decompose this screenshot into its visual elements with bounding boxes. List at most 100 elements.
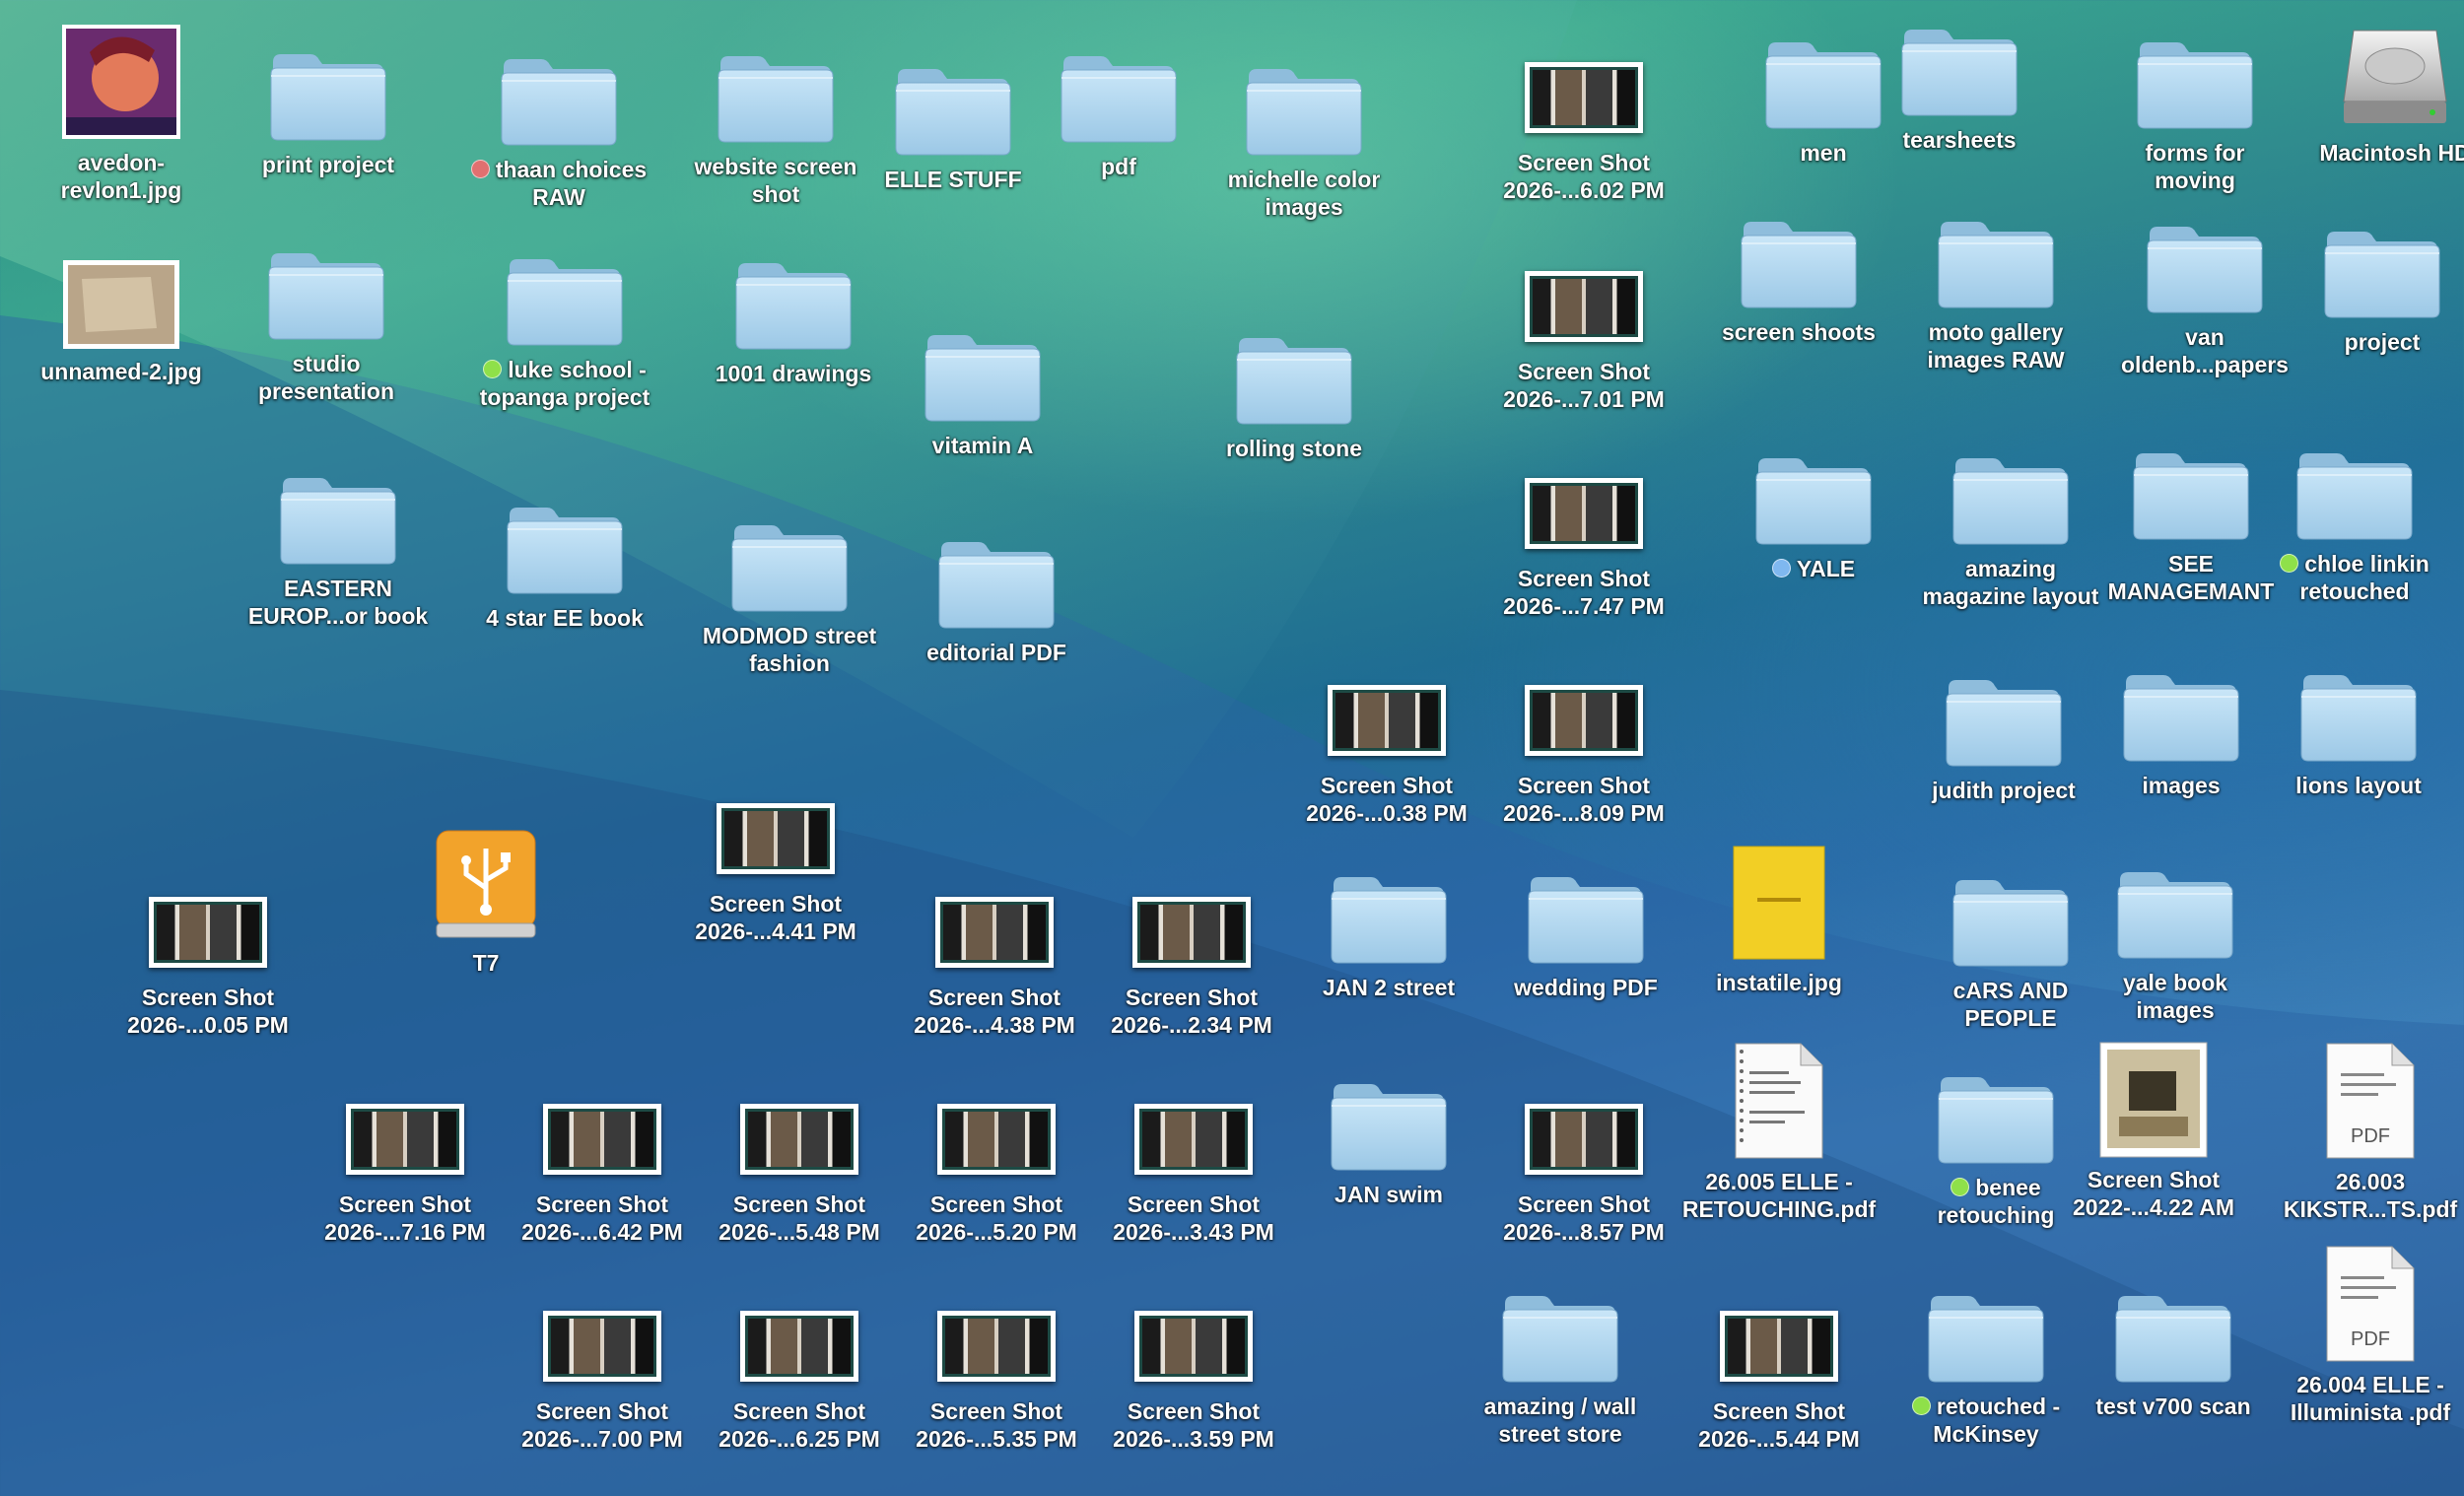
desktop-item-label: Screen Shot 2022-...4.22 AM xyxy=(2072,1167,2235,1220)
desktop-item-vitamin-a[interactable]: vitamin A xyxy=(879,310,1086,459)
desktop-item-forms-for-moving[interactable]: forms for moving xyxy=(2091,18,2298,194)
desktop-item-project[interactable]: project xyxy=(2279,207,2464,356)
desktop-item-amazing-wall-street-store[interactable]: amazing / wall street store xyxy=(1457,1271,1664,1448)
desktop-item-label: website screen shot xyxy=(694,154,857,207)
desktop-item-tearsheets[interactable]: tearsheets xyxy=(1856,5,2063,154)
desktop-item-1001-drawings[interactable]: 1001 drawings xyxy=(690,238,897,387)
desktop-item-t7[interactable]: T7 xyxy=(382,828,589,977)
desktop-item-screen-shot-2026-0-05-pm[interactable]: Screen Shot 2026-...0.05 PM xyxy=(104,862,311,1039)
desktop-item-eastern-europ-or-book[interactable]: EASTERN EUROP...or book xyxy=(235,453,442,630)
folder-icon xyxy=(2111,848,2239,961)
desktop-item-print-project[interactable]: print project xyxy=(225,30,432,178)
desktop-item-label: vitamin A xyxy=(931,433,1034,458)
desktop-item-yale[interactable]: YALE xyxy=(1710,434,1917,582)
desktop-item-screen-shot-2026-5-35-pm[interactable]: Screen Shot 2026-...5.35 PM xyxy=(893,1276,1100,1453)
desktop-item-screen-shot-2026-6-02-pm[interactable]: Screen Shot 2026-...6.02 PM xyxy=(1480,28,1687,204)
screenshot-thumbnail-icon xyxy=(1715,1276,1843,1390)
desktop-item-screen-shot-2026-7-00-pm[interactable]: Screen Shot 2026-...7.00 PM xyxy=(499,1276,706,1453)
desktop-item-4-star-ee-book[interactable]: 4 star EE book xyxy=(461,483,668,632)
desktop-item-label: 26.004 ELLE - Illuminista .pdf xyxy=(2290,1372,2451,1425)
desktop-item-michelle-color-images[interactable]: michelle color images xyxy=(1200,44,1407,221)
desktop-item-screen-shot-2026-7-16-pm[interactable]: Screen Shot 2026-...7.16 PM xyxy=(302,1069,509,1246)
desktop-item-label: wedding PDF xyxy=(1514,975,1658,1000)
folder-icon xyxy=(1922,1271,2050,1385)
desktop-item-screen-shot-2026-5-44-pm[interactable]: Screen Shot 2026-...5.44 PM xyxy=(1676,1276,1882,1453)
image-file-icon xyxy=(57,237,185,350)
desktop-item-label: men xyxy=(1800,140,1847,166)
desktop-item-screen-shot-2026-7-01-pm[interactable]: Screen Shot 2026-...7.01 PM xyxy=(1480,237,1687,413)
desktop-item-yale-book-images[interactable]: yale book images xyxy=(2072,848,2279,1024)
desktop-item-screen-shot-2026-0-38-pm[interactable]: Screen Shot 2026-...0.38 PM xyxy=(1283,650,1490,827)
desktop-item-label: Screen Shot 2026-...7.01 PM xyxy=(1503,359,1665,412)
folder-icon xyxy=(1522,852,1650,966)
desktop-item-screen-shot-2026-7-47-pm[interactable]: Screen Shot 2026-...7.47 PM xyxy=(1480,443,1687,620)
desktop-item-chloe-linkin-retouched[interactable]: chloe linkin retouched xyxy=(2251,429,2458,605)
folder-icon xyxy=(2131,18,2259,131)
desktop-item-avedon-revlon1-jpg[interactable]: avedon-revlon1.jpg xyxy=(18,25,225,204)
desktop-item-editorial-pdf[interactable]: editorial PDF xyxy=(893,517,1100,666)
folder-icon xyxy=(919,310,1047,424)
desktop-item-label: print project xyxy=(261,152,395,177)
desktop-item-screen-shot-2026-4-38-pm[interactable]: Screen Shot 2026-...4.38 PM xyxy=(891,862,1098,1039)
desktop-item-screen-shoots[interactable]: screen shoots xyxy=(1695,197,1902,346)
desktop-item-unnamed-2-jpg[interactable]: unnamed-2.jpg xyxy=(18,237,225,385)
desktop-item-label: YALE xyxy=(1771,555,1855,582)
desktop-item-pdf[interactable]: pdf xyxy=(1015,32,1222,180)
folder-icon xyxy=(1240,44,1368,158)
desktop-item-26-004-elle-illuminista-pdf[interactable]: PDF 26.004 ELLE - Illuminista .pdf xyxy=(2267,1246,2464,1426)
desktop-item-label: judith project xyxy=(1932,778,2076,803)
desktop-item-label: cARS AND PEOPLE xyxy=(1952,978,2069,1031)
desktop-item-screen-shot-2026-2-34-pm[interactable]: Screen Shot 2026-...2.34 PM xyxy=(1088,862,1295,1039)
desktop-item-studio-presentation[interactable]: studio presentation xyxy=(223,229,430,405)
desktop-item-26-005-elle-retouching-pdf[interactable]: 26.005 ELLE - RETOUCHING.pdf xyxy=(1676,1043,1882,1223)
desktop-item-test-v700-scan[interactable]: test v700 scan xyxy=(2070,1271,2277,1420)
color-tag-dot xyxy=(483,360,503,378)
desktop-item-screen-shot-2026-5-48-pm[interactable]: Screen Shot 2026-...5.48 PM xyxy=(696,1069,903,1246)
desktop-item-jan-swim[interactable]: JAN swim xyxy=(1285,1059,1492,1208)
desktop-item-rolling-stone[interactable]: rolling stone xyxy=(1191,313,1398,462)
desktop-item-website-screen-shot[interactable]: website screen shot xyxy=(672,32,879,208)
desktop-item-van-oldenb-papers[interactable]: van oldenb...papers xyxy=(2101,202,2308,378)
desktop-item-wedding-pdf[interactable]: wedding PDF xyxy=(1482,852,1689,1001)
desktop-item-retouched-mckinsey[interactable]: retouched - McKinsey xyxy=(1882,1271,2089,1448)
desktop-item-label: instatile.jpg xyxy=(1716,970,1842,995)
desktop-item-thaan-choices-raw[interactable]: thaan choices RAW xyxy=(455,34,662,211)
desktop-item-label: 26.005 ELLE - RETOUCHING.pdf xyxy=(1681,1169,1877,1222)
svg-text:PDF: PDF xyxy=(2351,1125,2390,1147)
desktop-item-modmod-street-fashion[interactable]: MODMOD street fashion xyxy=(686,501,893,677)
desktop-item-instatile-jpg[interactable]: instatile.jpg xyxy=(1676,846,1882,996)
desktop-item-screen-shot-2026-8-09-pm[interactable]: Screen Shot 2026-...8.09 PM xyxy=(1480,650,1687,827)
desktop-item-label: amazing / wall street store xyxy=(1483,1394,1637,1447)
screenshot-thumbnail-icon xyxy=(735,1069,863,1183)
desktop-item-label: editorial PDF xyxy=(926,640,1066,665)
image-file-icon xyxy=(1715,846,1843,961)
folder-icon xyxy=(2127,429,2255,542)
desktop-item-screen-shot-2026-6-25-pm[interactable]: Screen Shot 2026-...6.25 PM xyxy=(696,1276,903,1453)
desktop-item-jan-2-street[interactable]: JAN 2 street xyxy=(1285,852,1492,1001)
desktop-item-label: Screen Shot 2026-...0.38 PM xyxy=(1306,773,1468,826)
desktop-item-lions-layout[interactable]: lions layout xyxy=(2255,650,2462,799)
screenshot-thumbnail-icon xyxy=(1323,650,1451,764)
folder-icon xyxy=(1947,434,2075,547)
desktop-item-screen-shot-2026-3-43-pm[interactable]: Screen Shot 2026-...3.43 PM xyxy=(1090,1069,1297,1246)
desktop-item-amazing-magazine-layout[interactable]: amazing magazine layout xyxy=(1907,434,2114,610)
desktop-item-screen-shot-2026-3-59-pm[interactable]: Screen Shot 2026-...3.59 PM xyxy=(1090,1276,1297,1453)
desktop-item-moto-gallery-images-raw[interactable]: moto gallery images RAW xyxy=(1892,197,2099,374)
desktop-item-screen-shot-2026-8-57-pm[interactable]: Screen Shot 2026-...8.57 PM xyxy=(1480,1069,1687,1246)
color-tag-dot xyxy=(1911,1396,1931,1415)
desktop-item-macintosh-hd[interactable]: Macintosh HD xyxy=(2292,18,2464,167)
desktop-item-screen-shot-2026-4-41-pm[interactable]: Screen Shot 2026-...4.41 PM xyxy=(672,769,879,945)
desktop-item-luke-school-topanga-project[interactable]: luke school - topanga project xyxy=(461,235,668,411)
desktop-item-label: test v700 scan xyxy=(2095,1394,2251,1419)
image-file-icon xyxy=(57,25,185,141)
desktop-item-26-003-kikstr-ts-pdf[interactable]: PDF 26.003 KIKSTR...TS.pdf xyxy=(2267,1043,2464,1223)
folder-icon xyxy=(501,235,629,348)
desktop-item-label: 26.003 KIKSTR...TS.pdf xyxy=(2283,1169,2458,1222)
desktop-item-images[interactable]: images xyxy=(2078,650,2285,799)
color-tag-dot xyxy=(1771,559,1791,578)
screenshot-thumbnail-icon xyxy=(341,1069,469,1183)
desktop-item-screen-shot-2026-5-20-pm[interactable]: Screen Shot 2026-...5.20 PM xyxy=(893,1069,1100,1246)
desktop-item-screen-shot-2026-6-42-pm[interactable]: Screen Shot 2026-...6.42 PM xyxy=(499,1069,706,1246)
desktop-item-screen-shot-2022-4-22-am[interactable]: Screen Shot 2022-...4.22 AM xyxy=(2050,1042,2257,1221)
desktop-item-judith-project[interactable]: judith project xyxy=(1900,655,2107,804)
